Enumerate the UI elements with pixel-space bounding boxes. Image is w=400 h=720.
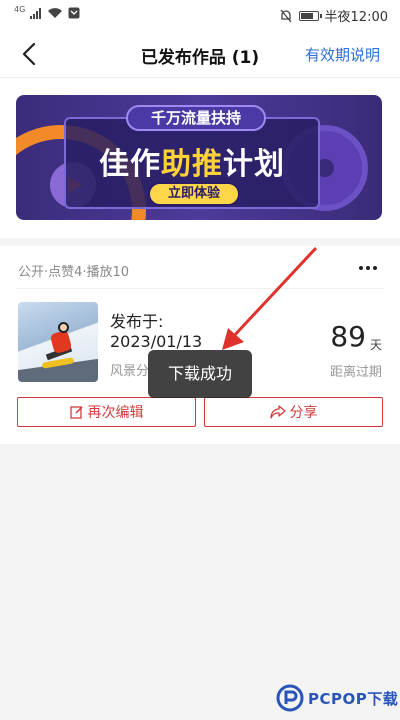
more-dot-icon [373,266,377,270]
download-success-toast: 下载成功 [148,350,252,398]
headline-part1: 佳作 [99,147,161,182]
more-dot-icon [359,266,363,270]
signal-icon [30,7,42,19]
wifi-icon [48,8,63,18]
days-remaining: 89 [330,320,366,353]
headline-part2: 计划 [223,147,285,182]
publish-label: 发布于: [110,312,164,331]
thumb-rider-head [58,322,69,333]
status-bar: 4G 半夜12:00 [0,0,400,30]
share-label: 分享 [289,405,318,421]
divider [16,288,384,289]
banner-cta-button[interactable]: 立即体验 [148,182,240,206]
edit-icon [69,406,83,419]
promo-banner[interactable]: 千万流量扶持 佳作助推计划 立即体验 [16,95,382,220]
notification-app-icon [68,7,80,19]
status-right: 半夜12:00 [279,6,388,25]
site-watermark: PCPOP下载 [276,684,398,712]
expire-label: 距离过期 [329,365,382,380]
share-button[interactable]: 分享 [204,397,383,427]
headline-highlight: 助推 [161,147,223,182]
edit-again-button[interactable]: 再次编辑 [17,397,196,427]
nav-header: 已发布作品 (1) 有效期说明 [0,30,400,78]
banner-headline: 佳作助推计划 [72,139,312,183]
watermark-text: PCPOP下载 [308,689,399,708]
banner-tag: 千万流量扶持 [126,105,266,131]
work-meta: 公开·点赞4·播放10 [18,265,130,280]
more-options-button[interactable] [356,258,380,278]
battery-icon [298,10,322,21]
work-category: 风景分 [110,364,150,379]
validity-info-link[interactable]: 有效期说明 [305,44,380,65]
work-thumbnail[interactable] [18,302,98,382]
mute-bell-icon [280,9,292,22]
pcpop-logo-icon [276,684,304,712]
network-type-label: 4G [14,4,26,14]
status-time: 半夜12:00 [324,10,388,25]
status-left: 4G [14,4,80,19]
publish-date: 2023/01/13 [110,332,203,351]
edit-again-label: 再次编辑 [87,405,144,421]
days-unit: 天 [369,338,382,352]
banner-section: 千万流量扶持 佳作助推计划 立即体验 [0,78,400,238]
share-icon [269,405,286,419]
work-card: 公开·点赞4·播放10 发布于: 2023/01/13 风景分 89 天 距离过… [0,246,400,444]
more-dot-icon [366,266,370,270]
